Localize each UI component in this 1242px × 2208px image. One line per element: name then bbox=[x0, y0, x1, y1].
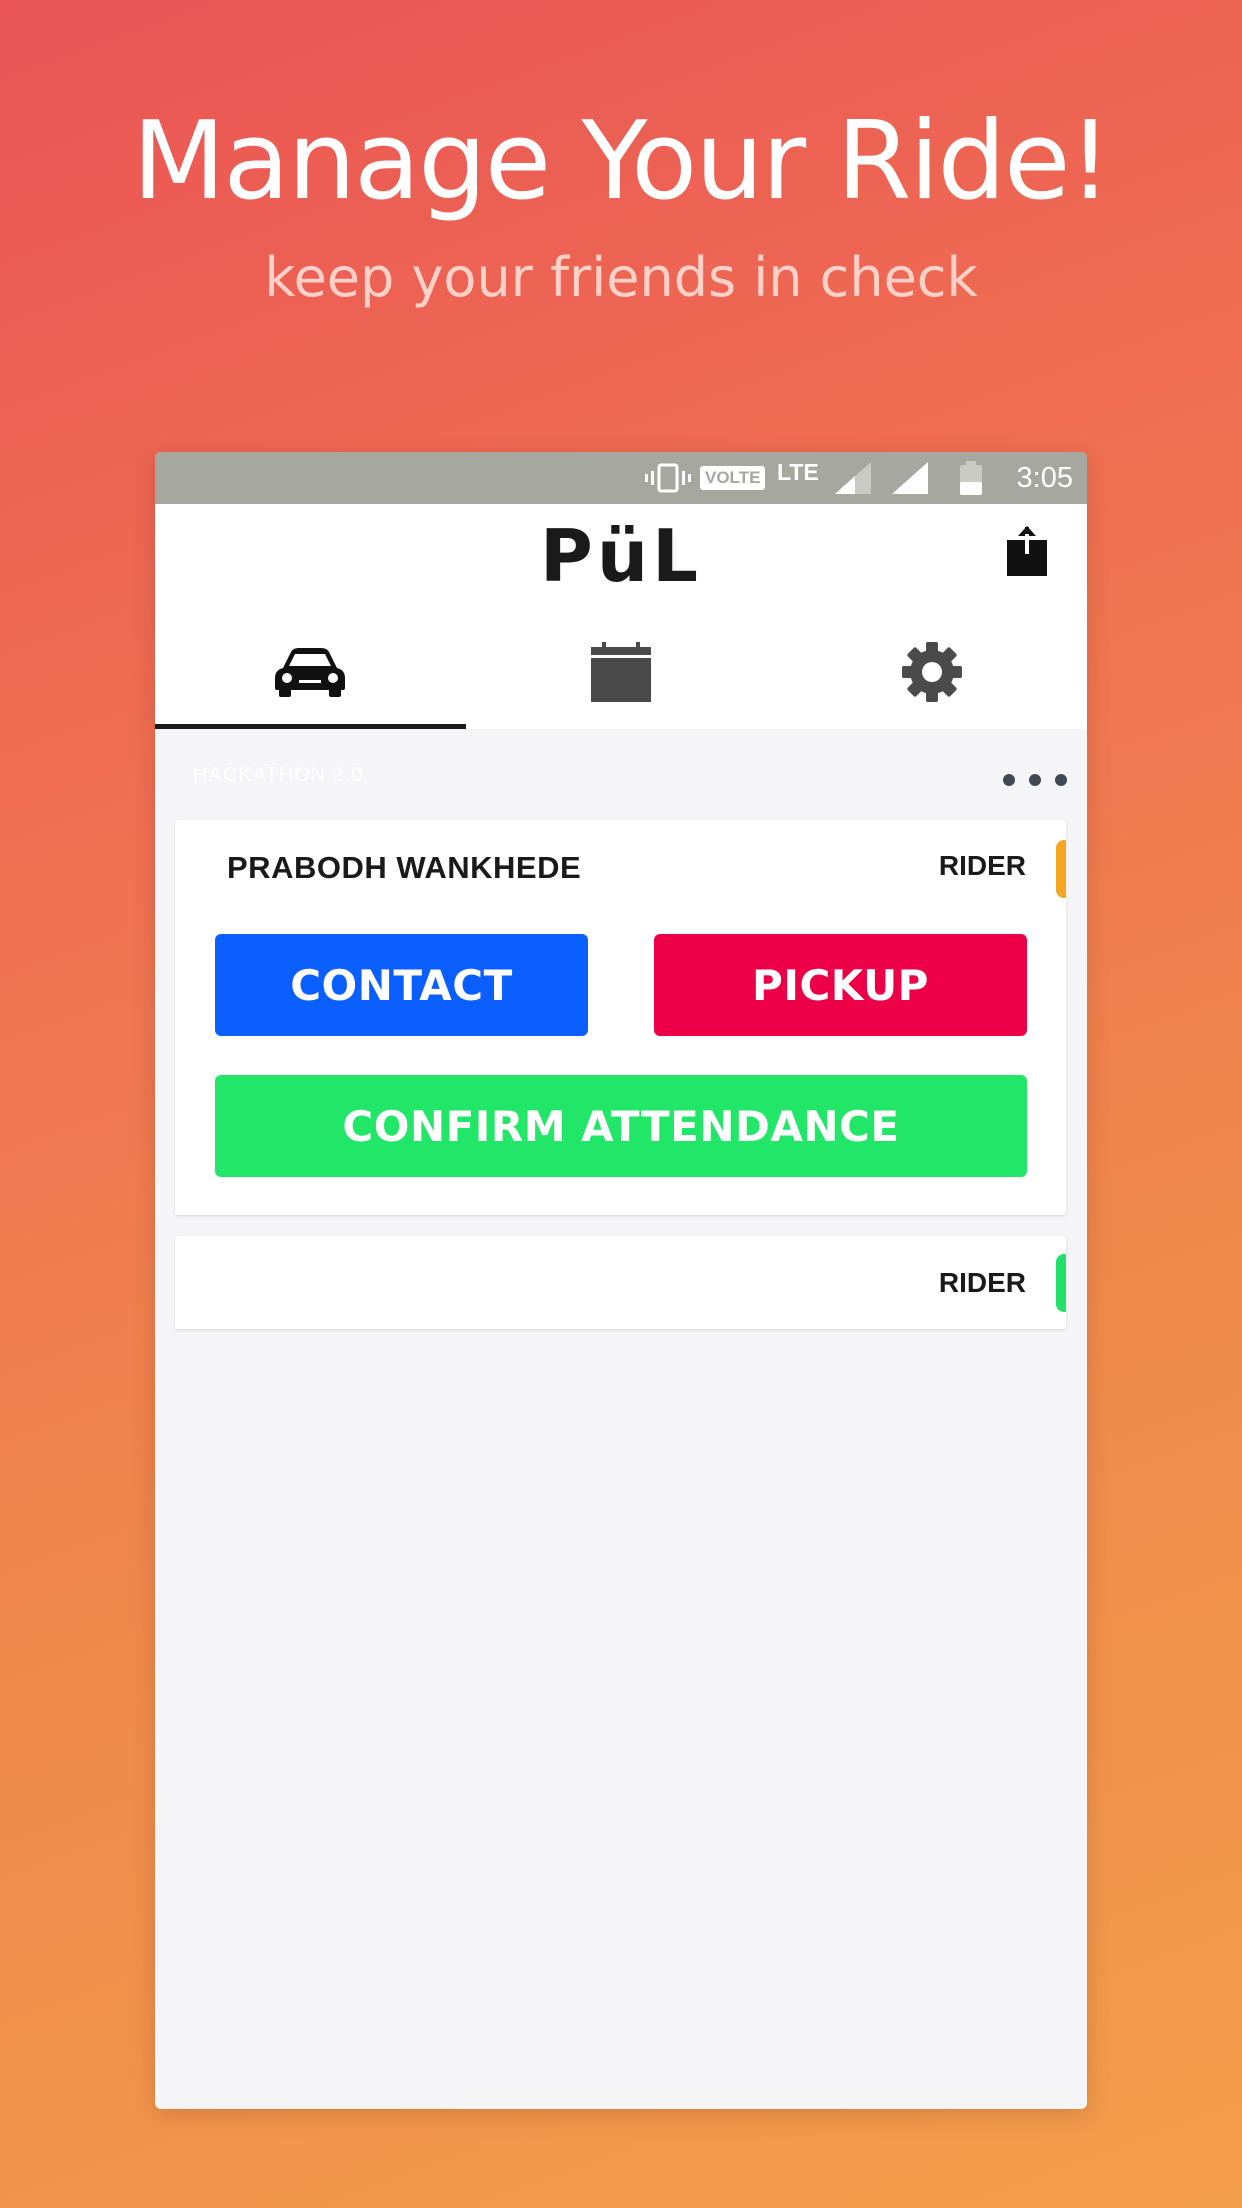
rider-card[interactable]: RIDER bbox=[175, 1236, 1066, 1329]
status-indicator bbox=[1056, 840, 1066, 898]
share-icon bbox=[1007, 526, 1047, 576]
pickup-button[interactable]: PICKUP bbox=[654, 934, 1027, 1036]
tab-calendar[interactable] bbox=[466, 614, 777, 729]
role-label: RIDER bbox=[938, 1267, 1026, 1298]
network-type: LTE bbox=[777, 458, 819, 485]
tab-rides[interactable] bbox=[155, 614, 466, 729]
gear-icon bbox=[901, 641, 962, 702]
app-header: PüL bbox=[155, 504, 1087, 614]
event-title: HACKATHON 2.0 bbox=[193, 764, 364, 786]
app-logo: PüL bbox=[540, 514, 702, 598]
rider-card: PRABODH WANKHEDE RIDER CONTACT PICKUP CO… bbox=[175, 820, 1066, 1215]
status-indicator bbox=[1056, 1254, 1066, 1312]
share-button[interactable] bbox=[1005, 526, 1049, 578]
tab-bar bbox=[155, 614, 1087, 729]
confirm-attendance-button[interactable]: CONFIRM ATTENDANCE bbox=[215, 1075, 1027, 1177]
contact-button[interactable]: CONTACT bbox=[215, 934, 588, 1036]
car-icon bbox=[275, 647, 346, 697]
promo-subhead: keep your friends in check bbox=[264, 246, 978, 309]
clock: 3:05 bbox=[1016, 461, 1073, 494]
vibrate-icon bbox=[643, 452, 693, 504]
tab-settings[interactable] bbox=[776, 614, 1087, 729]
calendar-icon bbox=[591, 641, 651, 702]
status-bar: VOLTE LTE 3:05 bbox=[155, 452, 1087, 504]
signal-icon bbox=[890, 452, 930, 504]
rider-name: PRABODH WANKHEDE bbox=[227, 850, 582, 885]
phone-screen: VOLTE LTE 3:05 PüL HACKATHON 2.0 PRABODH… bbox=[155, 452, 1087, 2109]
battery-icon bbox=[958, 452, 984, 504]
promo-headline: Manage Your Ride! bbox=[132, 99, 1112, 224]
signal-icon bbox=[833, 452, 873, 504]
volte-badge: VOLTE bbox=[700, 452, 766, 504]
more-options-button[interactable] bbox=[1003, 768, 1067, 792]
role-label: RIDER bbox=[938, 850, 1026, 881]
